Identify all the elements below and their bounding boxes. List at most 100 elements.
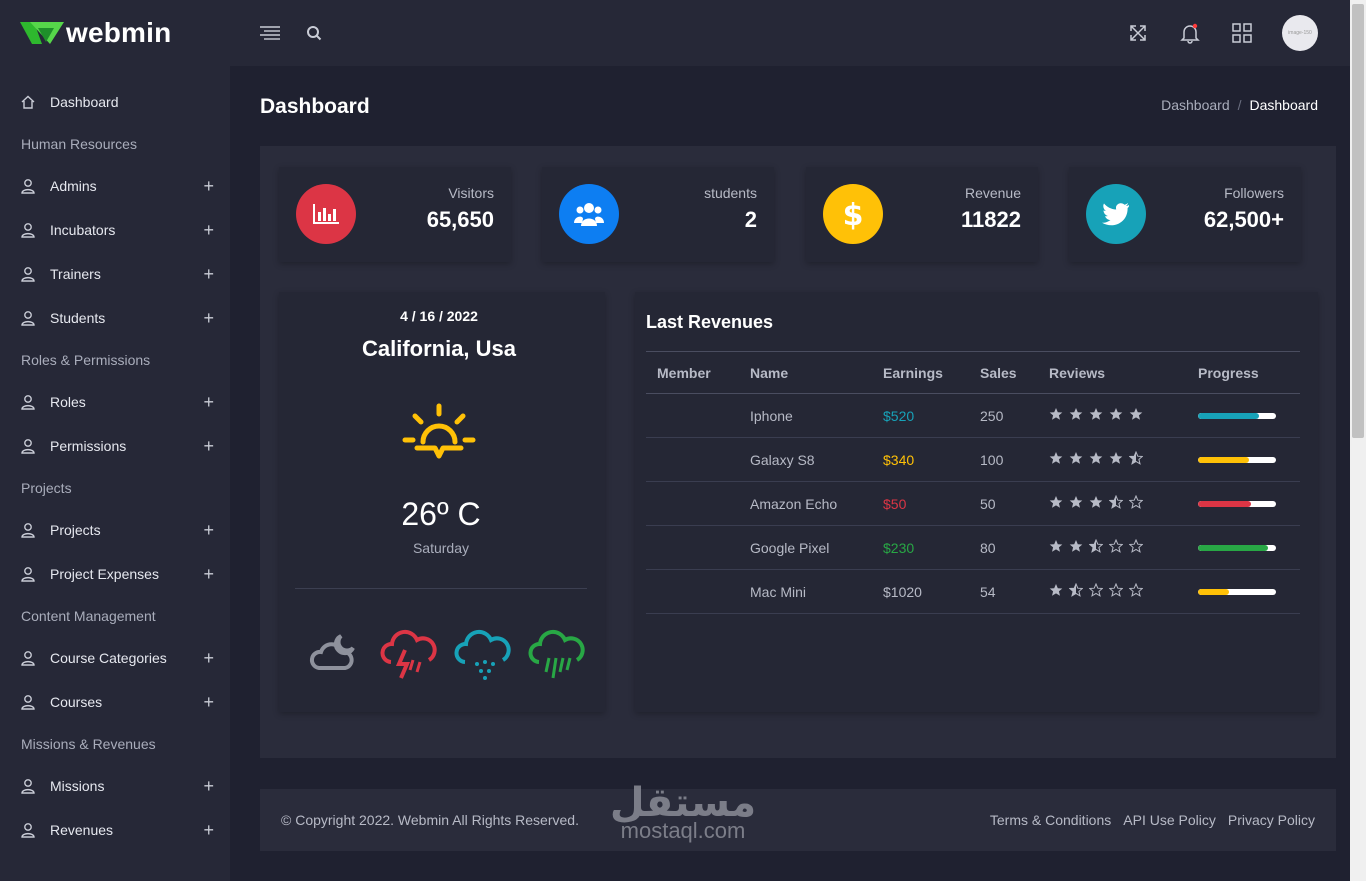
footer-link-api-use-policy[interactable]: API Use Policy [1123,812,1216,828]
table-row[interactable]: Amazon Echo $50 50 [646,481,1300,526]
star-empty-icon [1128,582,1144,600]
column-header-name[interactable]: Name [739,351,872,394]
sidebar-item-incubators[interactable]: Incubators + [0,208,230,252]
footer-link-privacy-policy[interactable]: Privacy Policy [1228,812,1315,828]
svg-text:$: $ [843,198,863,230]
sidebar-section-header: Roles & Permissions [21,352,151,368]
footer-link-terms-conditions[interactable]: Terms & Conditions [990,812,1111,828]
table-row[interactable]: Google Pixel $230 80 [646,525,1300,570]
expand-plus-icon[interactable]: + [203,649,214,667]
user-icon [20,394,36,410]
sidebar-item-students[interactable]: Students + [0,296,230,340]
expand-plus-icon[interactable]: + [203,821,214,839]
user-icon [20,222,36,238]
progress-bar [1198,588,1276,595]
brand-name: webmin [66,17,172,48]
expand-plus-icon[interactable]: + [203,777,214,795]
expand-plus-icon[interactable]: + [203,693,214,711]
star-half-icon [1068,582,1084,600]
watermark-latin: mostaql.com [620,818,746,843]
menu-toggle-icon[interactable] [258,21,282,45]
stat-label: Followers [1224,185,1284,201]
user-icon [20,438,36,454]
revenues-title: Last Revenues [646,312,774,332]
cell-member [646,525,739,570]
cell-earnings: $230 [872,525,969,570]
star-full-icon [1049,407,1063,424]
expand-plus-icon[interactable]: + [203,437,214,455]
sidebar-item-missions[interactable]: Missions + [0,764,230,808]
cell-name: Iphone [739,393,872,438]
star-full-icon [1129,407,1143,424]
expand-plus-icon[interactable]: + [203,309,214,327]
sidebar-item-label: Course Categories [50,650,167,666]
star-empty-icon [1088,582,1104,600]
star-half-icon [1108,494,1124,512]
footer: © Copyright 2022. Webmin All Rights Rese… [260,789,1336,851]
breadcrumb-parent[interactable]: Dashboard [1161,97,1230,113]
stat-label: Visitors [448,185,494,201]
sidebar-item-trainers[interactable]: Trainers + [0,252,230,296]
brand-logo[interactable]: webmin [0,17,230,49]
sun-icon [401,402,477,468]
table-row[interactable]: Mac Mini $1020 54 [646,569,1300,614]
expand-plus-icon[interactable]: + [203,393,214,411]
sidebar-item-label: Projects [50,522,101,538]
user-avatar[interactable]: image-150 [1282,15,1318,51]
notification-bell-icon[interactable] [1178,21,1202,45]
cell-name: Amazon Echo [739,481,872,526]
home-icon [20,94,36,110]
cell-sales: 100 [969,437,1038,482]
column-header-reviews[interactable]: Reviews [1038,351,1187,394]
cell-progress [1187,437,1300,482]
expand-plus-icon[interactable]: + [203,265,214,283]
weather-divider [295,588,587,589]
column-header-earnings[interactable]: Earnings [872,351,969,394]
column-header-member[interactable]: Member [646,351,739,394]
cell-name: Mac Mini [739,569,872,614]
stat-value: 65,650 [426,207,494,232]
sidebar-item-admins[interactable]: Admins + [0,164,230,208]
star-full-icon [1089,407,1103,424]
progress-fill [1198,544,1269,551]
table-row[interactable]: Galaxy S8 $340 100 [646,437,1300,482]
page-scrollbar[interactable] [1350,0,1366,881]
column-header-progress[interactable]: Progress [1187,351,1300,394]
sidebar-item-label: Permissions [50,438,127,454]
rain-cloud-icon [527,622,587,682]
stat-value: 2 [744,207,757,232]
weather-forecast [305,622,587,682]
expand-plus-icon[interactable]: + [203,177,214,195]
sidebar-item-courses[interactable]: Courses + [0,680,230,724]
cell-sales: 54 [969,569,1038,614]
expand-plus-icon[interactable]: + [203,221,214,239]
sidebar-item-roles[interactable]: Roles + [0,380,230,424]
user-icon [20,566,36,582]
scrollbar-thumb[interactable] [1352,4,1364,438]
sidebar-item-permissions[interactable]: Permissions + [0,424,230,468]
table-row[interactable]: Iphone $520 250 [646,393,1300,438]
dollar-icon: $ [823,184,883,244]
sidebar-item-dashboard[interactable]: Dashboard [0,80,230,124]
sidebar-item-projects[interactable]: Projects + [0,508,230,552]
expand-plus-icon[interactable]: + [203,521,214,539]
sidebar-item-course-categories[interactable]: Course Categories + [0,636,230,680]
expand-plus-icon[interactable]: + [203,565,214,583]
logo-mark-icon [20,22,64,44]
user-icon [20,310,36,326]
cell-sales: 250 [969,393,1038,438]
sidebar-item-project-expenses[interactable]: Project Expenses + [0,552,230,596]
cell-progress [1187,393,1300,438]
column-header-sales[interactable]: Sales [969,351,1038,394]
apps-grid-icon[interactable] [1230,21,1254,45]
stat-label: Revenue [964,185,1021,201]
search-icon[interactable] [302,21,326,45]
progress-fill [1198,588,1230,595]
cell-reviews [1038,481,1187,526]
stat-card-visitors: Visitors 65,650 [279,167,511,262]
cell-earnings: $520 [872,393,969,438]
sidebar-item-label: Roles [50,394,86,410]
cell-earnings: $340 [872,437,969,482]
fullscreen-icon[interactable] [1126,21,1150,45]
sidebar-item-revenues[interactable]: Revenues + [0,808,230,852]
